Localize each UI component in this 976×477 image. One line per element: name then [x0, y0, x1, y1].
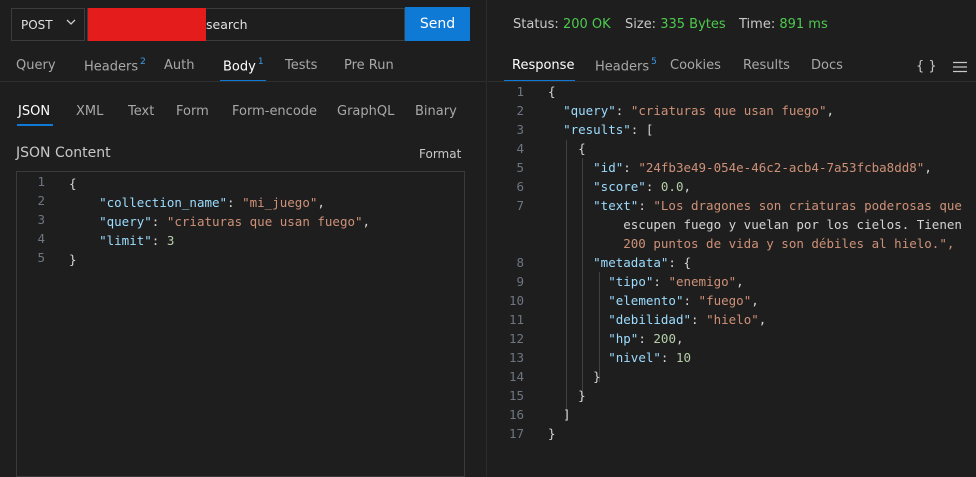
status-label: Status:	[513, 17, 559, 32]
braces-icon[interactable]: { }	[916, 59, 937, 74]
size-value: 335 Bytes	[660, 17, 726, 32]
tab-tests[interactable]: Tests	[285, 58, 317, 73]
body-tab-graphql[interactable]: GraphQL	[337, 104, 394, 119]
tab-body-label: Body	[223, 59, 256, 75]
tab-pre-run-label: Pre Run	[344, 58, 394, 73]
line-number: 17	[508, 426, 524, 441]
line-number: 13	[508, 350, 524, 365]
chevron-down-icon	[66, 19, 76, 25]
size-readout: Size: 335 Bytes	[625, 17, 726, 32]
json-line: "tipo": "enemigo",	[608, 274, 744, 289]
line-number: 7	[516, 198, 524, 213]
body-tab-form[interactable]: Form	[176, 104, 209, 119]
resp-tab-cookies-label: Cookies	[670, 58, 721, 73]
line-number: 3	[516, 122, 524, 137]
resp-tab-docs-label: Docs	[811, 58, 843, 73]
json-line: "query": "criaturas que usan fuego",	[563, 103, 835, 118]
resp-headers-count-badge: 5	[651, 57, 657, 67]
json-line: "nivel": 10	[608, 350, 692, 365]
line-number: 8	[516, 255, 524, 270]
json-line: "metadata": {	[593, 255, 692, 270]
send-button[interactable]: Send	[405, 7, 470, 41]
json-line: "elemento": "fuego",	[608, 293, 759, 308]
json-line: }	[548, 388, 586, 403]
method-select[interactable]: POST	[11, 8, 85, 41]
json-line: "debilidad": "hielo",	[608, 312, 767, 327]
tab-headers[interactable]: Headers 2	[84, 57, 146, 75]
line-number: 3	[37, 212, 45, 227]
size-label: Size:	[625, 17, 657, 32]
line-number: 1	[37, 174, 45, 189]
line-number: 14	[508, 369, 524, 384]
json-line: escupen fuego y vuelan por los cielos. T…	[548, 217, 962, 232]
tab-auth-label: Auth	[164, 58, 195, 73]
line-number: 1	[516, 84, 524, 99]
json-line: "score": 0.0,	[593, 179, 692, 194]
resp-tabs-divider	[488, 81, 976, 82]
json-line: "hp": 200,	[608, 331, 684, 346]
line-number: 5	[516, 160, 524, 175]
time-value: 891 ms	[779, 17, 828, 32]
resp-tab-docs[interactable]: Docs	[811, 58, 843, 73]
body-tab-binary[interactable]: Binary	[415, 104, 457, 119]
resp-tab-headers[interactable]: Headers 5	[595, 57, 657, 75]
tab-auth[interactable]: Auth	[164, 58, 194, 73]
json-line: 200 puntos de vida y son débiles al hiel…	[548, 236, 955, 251]
tab-tests-label: Tests	[285, 58, 318, 73]
request-panel: POST search Send Query Headers 2 Auth Bod…	[0, 0, 487, 477]
tab-query-label: Query	[16, 58, 56, 73]
json-body-editor[interactable]: 1 2 3 4 5 { "collection_name": "mi_juego…	[16, 171, 465, 477]
line-number: 16	[508, 407, 524, 422]
active-body-tab-underline	[17, 124, 53, 126]
resp-tab-results[interactable]: Results	[743, 58, 790, 73]
line-number: 2	[37, 193, 45, 208]
json-line: }	[548, 369, 601, 384]
body-count-badge: 1	[257, 57, 264, 67]
body-tab-json[interactable]: JSON	[18, 104, 50, 119]
json-line: "results": [	[563, 122, 654, 137]
tab-body[interactable]: Body 1	[223, 57, 264, 75]
line-number: 2	[516, 103, 524, 118]
resp-tab-headers-label: Headers	[595, 59, 650, 75]
tab-query[interactable]: Query	[16, 58, 56, 73]
headers-count-badge: 2	[140, 57, 146, 67]
resp-tab-response[interactable]: Response	[512, 58, 574, 73]
json-content-label: JSON Content	[16, 145, 111, 161]
json-line: {	[548, 141, 586, 156]
line-number: 9	[516, 274, 524, 289]
menu-icon[interactable]	[953, 61, 967, 73]
tabs-divider	[0, 81, 487, 82]
line-number: 11	[508, 312, 524, 327]
url-text: search	[206, 17, 248, 32]
redacted-url-block	[88, 8, 206, 41]
status-value: 200 OK	[562, 17, 611, 32]
line-number: 4	[37, 231, 45, 246]
tab-pre-run[interactable]: Pre Run	[344, 58, 394, 73]
method-label: POST	[21, 17, 53, 32]
format-button[interactable]: Format	[419, 147, 461, 161]
resp-tab-cookies[interactable]: Cookies	[670, 58, 721, 73]
line-number: 4	[516, 141, 524, 156]
status-readout: Status: 200 OK	[513, 17, 611, 32]
body-tab-xml[interactable]: XML	[76, 104, 103, 119]
json-line: {	[548, 84, 556, 99]
time-label: Time:	[739, 17, 776, 32]
json-line: ]	[548, 407, 571, 422]
request-json-code: { "collection_name": "mi_juego", "query"…	[69, 176, 371, 267]
json-line: }	[548, 426, 556, 441]
line-number: 5	[37, 250, 45, 265]
line-number: 10	[508, 293, 524, 308]
json-line: "id": "24fb3e49-054e-46c2-acb4-7a53fcba8…	[593, 160, 932, 175]
resp-tab-response-label: Response	[512, 58, 575, 73]
line-number: 12	[508, 331, 524, 346]
line-number: 6	[516, 179, 524, 194]
resp-tab-results-label: Results	[743, 58, 790, 73]
json-line: "text": "Los dragones son criaturas pode…	[593, 198, 962, 213]
response-panel: Status: 200 OK Size: 335 Bytes Time: 891…	[488, 0, 976, 477]
body-tab-form-encode[interactable]: Form-encode	[232, 104, 317, 119]
tab-headers-label: Headers	[84, 59, 139, 75]
line-number: 15	[508, 388, 524, 403]
body-tab-text[interactable]: Text	[128, 104, 154, 119]
time-readout: Time: 891 ms	[739, 17, 828, 32]
